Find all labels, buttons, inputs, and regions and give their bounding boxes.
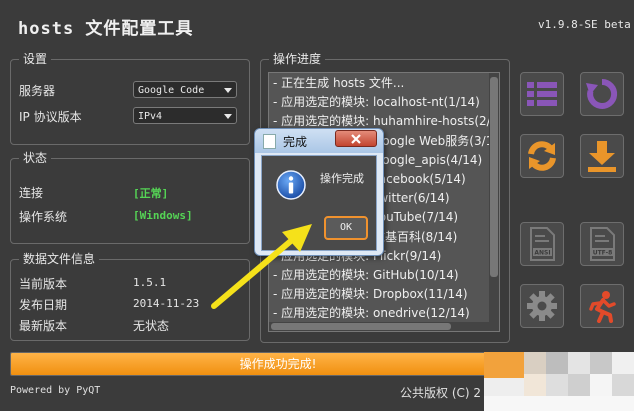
sync-icon <box>528 141 556 171</box>
ansi-button[interactable]: ANSI <box>520 222 564 266</box>
os-status: [Windows] <box>133 209 193 222</box>
ip-version-label: IP 协议版本 <box>19 110 82 124</box>
pixelated-region <box>484 352 634 411</box>
ip-version-select-value: IPv4 <box>138 111 163 122</box>
download-icon <box>588 141 616 172</box>
refresh-icon <box>586 78 618 109</box>
release-date-value: 2014-11-23 <box>133 297 200 310</box>
settings-button[interactable] <box>520 284 564 328</box>
current-version-label: 当前版本 <box>19 277 68 291</box>
close-icon <box>351 133 361 144</box>
operation-progress-bar: 操作成功完成! <box>10 352 546 376</box>
dialog-message: 操作完成 <box>320 172 364 185</box>
log-line: - 正在生成 hosts 文件... <box>273 76 405 90</box>
dialog-titlebar[interactable]: 完成 <box>255 129 383 153</box>
current-version-value: 1.5.1 <box>133 276 167 289</box>
copyright-label: 公共版权 (C) 2 <box>400 386 482 400</box>
release-date-label: 发布日期 <box>19 298 68 312</box>
status-group-title: 状态 <box>19 150 52 166</box>
download-button[interactable] <box>580 134 624 178</box>
settings-group-title: 设置 <box>19 51 52 67</box>
progress-log-title: 操作进度 <box>269 51 326 67</box>
gear-icon <box>527 291 557 321</box>
chevron-down-icon <box>224 88 232 93</box>
server-label: 服务器 <box>19 84 56 98</box>
scrollbar-thumb[interactable] <box>271 323 451 330</box>
chevron-down-icon <box>224 114 232 119</box>
ok-button[interactable]: OK <box>324 216 368 240</box>
vertical-scrollbar[interactable] <box>489 73 499 331</box>
ip-version-select[interactable]: IPv4 <box>133 107 237 124</box>
exit-runner-icon <box>589 291 616 323</box>
exit-button[interactable] <box>580 284 624 328</box>
info-icon <box>276 170 306 200</box>
sync-button[interactable] <box>520 134 564 178</box>
utf8-button[interactable]: UTF-8 <box>580 222 624 266</box>
dialog-title: 完成 <box>283 135 308 149</box>
app-icon <box>263 134 276 149</box>
os-label: 操作系统 <box>19 210 68 224</box>
dialog-close-button[interactable] <box>335 130 377 147</box>
settings-group: 设置 服务器 Google Code IP 协议版本 IPv4 <box>10 51 250 145</box>
log-line: - 应用选定的模块: localhost-nt(1/14) <box>273 95 480 110</box>
connection-label: 连接 <box>19 186 44 200</box>
app-title: hosts 文件配置工具 <box>18 19 194 39</box>
utf8-label: UTF-8 <box>593 250 613 257</box>
refresh-button[interactable] <box>580 72 624 116</box>
scrollbar-thumb[interactable] <box>490 77 498 277</box>
connection-status: [正常] <box>133 187 169 200</box>
version-label: v1.9.8-SE beta <box>538 18 631 31</box>
powered-by-label: Powered by PyQT <box>10 385 101 396</box>
list-icon <box>527 82 557 106</box>
progress-text: 操作成功完成! <box>239 357 317 371</box>
latest-version-label: 最新版本 <box>19 319 68 333</box>
latest-version-value: 无状态 <box>133 319 170 333</box>
horizontal-scrollbar[interactable] <box>269 322 499 331</box>
server-select-value: Google Code <box>138 85 205 96</box>
utf8-file-icon: UTF-8 <box>590 227 615 261</box>
datafile-group-title: 数据文件信息 <box>19 251 100 267</box>
ansi-file-icon: ANSI <box>530 227 555 261</box>
list-button[interactable] <box>520 72 564 116</box>
annotation-arrow <box>211 224 312 309</box>
ansi-label: ANSI <box>534 250 550 257</box>
server-select[interactable]: Google Code <box>133 81 237 98</box>
